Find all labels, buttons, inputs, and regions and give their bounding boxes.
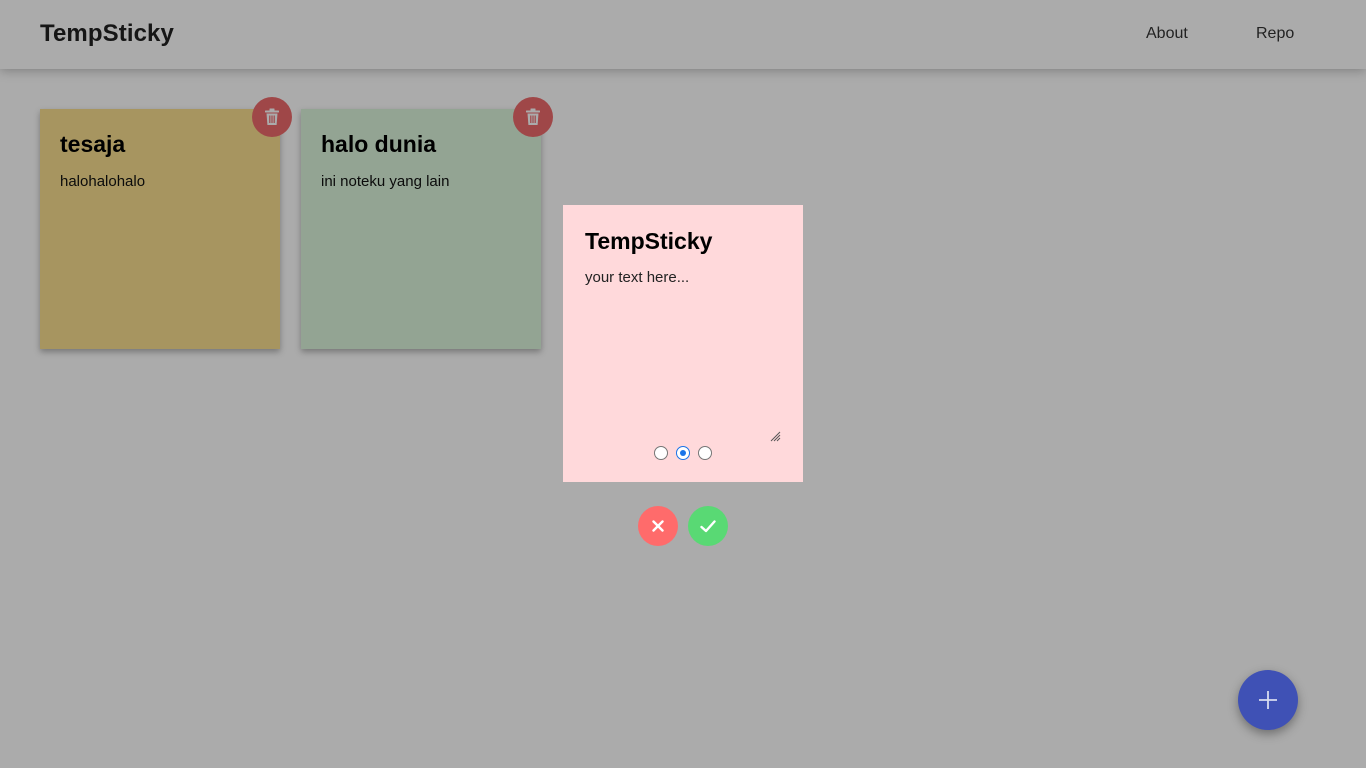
cancel-button[interactable]	[638, 506, 678, 546]
add-note-button[interactable]	[1238, 670, 1298, 730]
color-radio-yellow[interactable]	[654, 446, 668, 460]
plus-icon	[1259, 691, 1277, 709]
color-picker	[654, 446, 712, 460]
resize-handle-icon[interactable]	[770, 431, 781, 442]
color-radio-green[interactable]	[698, 446, 712, 460]
close-icon	[652, 520, 664, 532]
note-title-input[interactable]	[585, 225, 781, 257]
note-editor	[563, 205, 803, 482]
note-text-input[interactable]	[585, 269, 783, 429]
check-icon	[700, 519, 716, 532]
color-radio-pink[interactable]	[676, 446, 690, 460]
confirm-button[interactable]	[688, 506, 728, 546]
